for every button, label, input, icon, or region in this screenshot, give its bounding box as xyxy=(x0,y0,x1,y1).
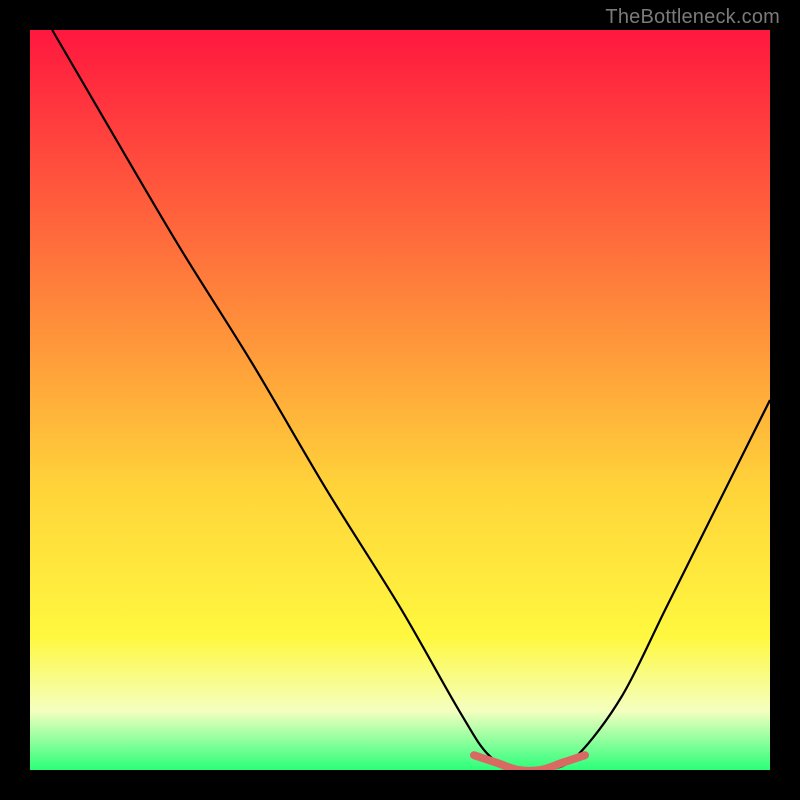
chart-frame: TheBottleneck.com xyxy=(0,0,800,800)
curve-line xyxy=(52,30,770,770)
watermark-text: TheBottleneck.com xyxy=(605,6,780,29)
optimal-range-marker xyxy=(474,755,585,770)
plot-area xyxy=(30,30,770,770)
bottleneck-curve xyxy=(30,30,770,770)
